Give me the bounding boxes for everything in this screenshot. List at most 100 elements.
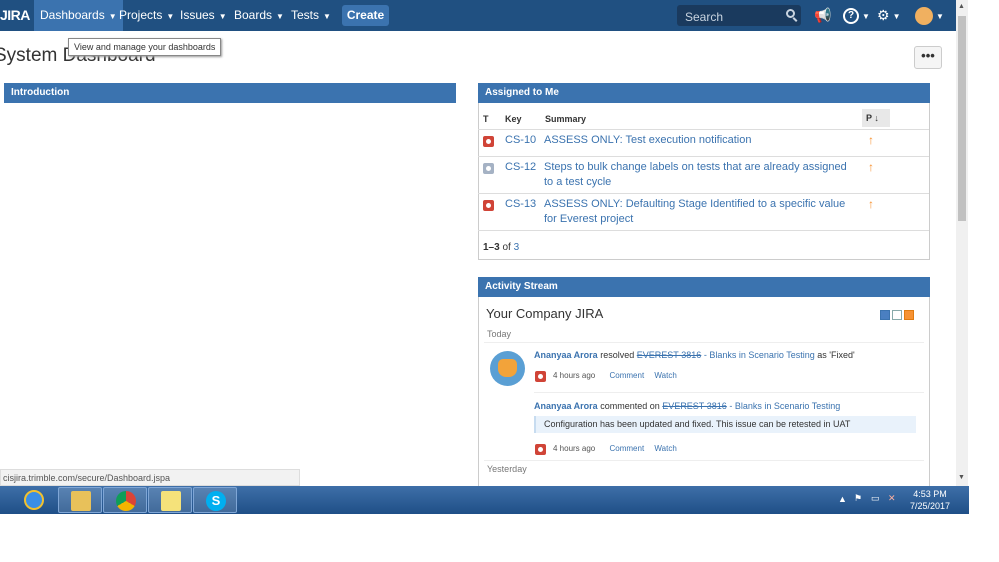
row-divider <box>478 156 929 157</box>
activity-user[interactable]: Ananyaa Arora <box>534 401 598 411</box>
scroll-down-icon[interactable]: ▼ <box>958 474 965 481</box>
activity-issue-title[interactable]: - Blanks in Scenario Testing <box>704 350 815 360</box>
comment-body: Configuration has been updated and fixed… <box>534 416 916 433</box>
clock-time: 4:53 PM <box>913 489 947 499</box>
rss-icon[interactable] <box>904 310 914 320</box>
activity-issue-key[interactable]: EVEREST-3816 <box>662 401 727 411</box>
taskbar-clock[interactable]: 4:53 PM 7/25/2017 <box>908 488 952 512</box>
avatar[interactable] <box>490 351 525 386</box>
chevron-down-icon: ▼ <box>323 12 331 21</box>
chevron-down-icon: ▼ <box>892 11 901 21</box>
nav-issues[interactable]: Issues ▼ <box>174 0 233 31</box>
taskbar-explorer[interactable] <box>58 487 102 513</box>
pager-total[interactable]: 3 <box>514 242 520 253</box>
create-button[interactable]: Create <box>342 5 389 26</box>
chevron-down-icon: ▼ <box>862 11 870 21</box>
column-header-type[interactable]: T <box>483 114 489 124</box>
comment-link[interactable]: Comment <box>610 444 645 453</box>
nav-projects-label: Projects <box>119 8 163 22</box>
row-divider <box>478 193 929 194</box>
activity-heading: Your Company JIRA <box>486 306 604 321</box>
issue-summary[interactable]: ASSESS ONLY: Defaulting Stage Identified… <box>544 197 854 227</box>
chevron-down-icon: ▼ <box>936 11 944 21</box>
page-scrollbar[interactable]: ▲ ▼ <box>956 0 968 486</box>
issue-key[interactable]: CS-12 <box>505 161 536 173</box>
volume-muted-icon[interactable]: ✕ <box>888 493 896 504</box>
activity-issue-title[interactable]: - Blanks in Scenario Testing <box>729 401 840 411</box>
top-navigation-bar: JIRA Dashboards ▼ Projects ▼ Issues ▼ Board… <box>0 0 956 31</box>
help-icon: ? <box>843 8 859 25</box>
nav-projects[interactable]: Projects ▼ <box>113 0 180 31</box>
task-icon <box>483 163 494 174</box>
column-header-priority[interactable]: P ↓ <box>862 109 890 127</box>
taskbar-chrome[interactable] <box>103 487 147 513</box>
row-divider <box>478 129 929 130</box>
pager-of: of <box>502 242 511 253</box>
jira-logo[interactable]: JIRA <box>0 0 30 31</box>
taskbar-skype[interactable]: S <box>193 487 237 513</box>
date-group-today: Today <box>487 329 512 339</box>
network-icon[interactable]: ▭ <box>871 493 880 504</box>
priority-major-icon: ↑ <box>868 133 874 147</box>
issue-summary[interactable]: ASSESS ONLY: Test execution notification <box>544 133 854 148</box>
nav-dashboards-label: Dashboards <box>40 8 105 22</box>
search-icon[interactable] <box>786 9 795 18</box>
avatar <box>915 7 933 26</box>
activity-user[interactable]: Ananyaa Arora <box>534 350 598 360</box>
scroll-thumb[interactable] <box>958 16 966 221</box>
issue-key[interactable]: CS-10 <box>505 134 536 146</box>
more-options-button[interactable]: ••• <box>914 46 942 69</box>
settings-menu[interactable]: ⚙ ▼ <box>877 0 900 31</box>
watch-link[interactable]: Watch <box>654 371 676 380</box>
nav-dashboards[interactable]: Dashboards ▼ <box>34 0 123 31</box>
nav-boards-label: Boards <box>234 8 273 22</box>
divider <box>484 460 924 461</box>
full-view-icon[interactable] <box>880 310 890 320</box>
gear-icon: ⚙ <box>877 7 890 23</box>
assigned-gadget-header[interactable]: Assigned to Me <box>478 83 930 103</box>
chevron-down-icon: ▼ <box>218 12 227 21</box>
activity-suffix: as 'Fixed' <box>817 350 855 360</box>
issue-summary[interactable]: Steps to bulk change labels on tests tha… <box>544 160 854 190</box>
issue-key[interactable]: CS-13 <box>505 198 536 210</box>
pagination-info: 1–3 of 3 <box>483 242 519 253</box>
taskbar-ie[interactable] <box>12 487 56 513</box>
priority-major-icon: ↑ <box>868 160 874 174</box>
column-header-key[interactable]: Key <box>505 114 522 124</box>
priority-major-icon: ↑ <box>868 197 874 211</box>
activity-gadget-header[interactable]: Activity Stream <box>478 277 930 297</box>
activity-entry: Ananyaa Arora commented on EVEREST-3816 … <box>534 401 840 411</box>
sort-arrow-icon: ↓ <box>874 113 879 123</box>
activity-time: 4 hours ago <box>553 371 596 380</box>
introduction-gadget-header[interactable]: Introduction <box>4 83 456 103</box>
priority-header-label: P <box>866 113 872 123</box>
bug-icon <box>483 136 494 147</box>
activity-entry: Ananyaa Arora resolved EVEREST-3816 - Bl… <box>534 350 855 360</box>
megaphone-icon[interactable]: 📢 <box>814 0 831 31</box>
activity-time: 4 hours ago <box>553 444 596 453</box>
activity-meta: 4 hours ago Comment Watch <box>553 371 677 380</box>
activity-verb: resolved <box>600 350 635 360</box>
activity-issue-key[interactable]: EVEREST-3816 <box>637 350 702 360</box>
user-menu[interactable]: ▼ <box>915 0 944 31</box>
chevron-down-icon: ▼ <box>276 12 284 21</box>
dashboards-tooltip: View and manage your dashboards <box>68 38 222 56</box>
watch-link[interactable]: Watch <box>654 444 676 453</box>
activity-meta: 4 hours ago Comment Watch <box>553 444 677 453</box>
show-hidden-icons-icon[interactable]: ▲ <box>838 494 847 504</box>
nav-tests[interactable]: Tests ▼ <box>285 0 337 31</box>
taskbar-sticky-notes[interactable] <box>148 487 192 513</box>
help-menu[interactable]: ? ▼ <box>843 0 870 31</box>
list-view-icon[interactable] <box>892 310 902 320</box>
divider <box>534 392 924 393</box>
divider <box>484 342 924 343</box>
cat-face-icon <box>498 359 517 377</box>
scroll-up-icon[interactable]: ▲ <box>958 3 965 10</box>
column-header-summary[interactable]: Summary <box>545 114 586 124</box>
search-input[interactable] <box>677 5 787 28</box>
nav-boards[interactable]: Boards ▼ <box>228 0 290 31</box>
folder-icon <box>71 491 91 511</box>
comment-link[interactable]: Comment <box>610 371 645 380</box>
flag-icon[interactable]: ⚑ <box>854 493 862 504</box>
windows-taskbar: S <box>0 486 969 514</box>
